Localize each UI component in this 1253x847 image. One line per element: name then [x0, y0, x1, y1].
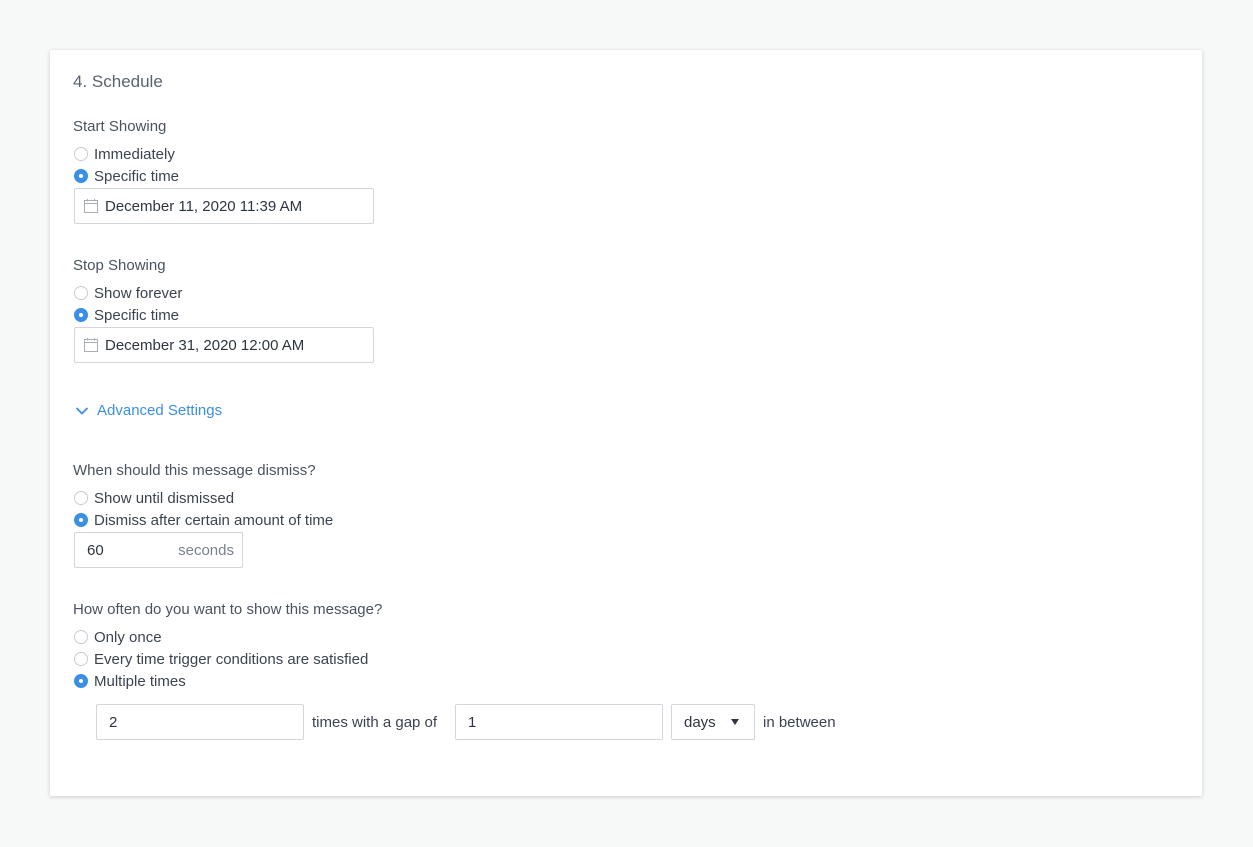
option-label: Only once	[94, 628, 162, 646]
option-label: Every time trigger conditions are satisf…	[94, 650, 369, 668]
radio-unchecked-icon[interactable]	[74, 286, 88, 300]
frequency-question: How often do you want to show this messa…	[73, 601, 383, 618]
radio-unchecked-icon[interactable]	[74, 652, 88, 666]
dismiss-seconds-input[interactable]: 60 seconds	[74, 532, 243, 568]
stop-option-specific-time[interactable]: Specific time	[74, 304, 179, 326]
start-option-specific-time[interactable]: Specific time	[74, 165, 179, 187]
gap-unit-select[interactable]: days	[671, 704, 755, 740]
advanced-settings-label: Advanced Settings	[97, 402, 223, 419]
stop-showing-label: Stop Showing	[73, 257, 166, 274]
stop-option-show-forever[interactable]: Show forever	[74, 282, 182, 304]
frequency-option-multiple[interactable]: Multiple times	[74, 670, 186, 692]
section-title: 4. Schedule	[73, 72, 163, 91]
radio-checked-icon[interactable]	[74, 308, 88, 322]
gap-unit-value: days	[684, 713, 716, 731]
dismiss-option-until-dismissed[interactable]: Show until dismissed	[74, 487, 234, 509]
gap-value: 1	[468, 713, 477, 731]
radio-unchecked-icon[interactable]	[74, 147, 88, 161]
dismiss-question: When should this message dismiss?	[73, 462, 316, 479]
caret-down-icon	[731, 719, 739, 725]
in-between-label: in between	[763, 713, 836, 731]
calendar-icon	[84, 199, 98, 213]
start-datetime-picker[interactable]: December 11, 2020 11:39 AM	[74, 188, 374, 224]
option-label: Multiple times	[94, 672, 186, 690]
stop-datetime-value: December 31, 2020 12:00 AM	[105, 336, 305, 354]
frequency-option-every-time[interactable]: Every time trigger conditions are satisf…	[74, 648, 368, 670]
dismiss-seconds-value: 60	[87, 541, 104, 559]
start-datetime-value: December 11, 2020 11:39 AM	[105, 197, 303, 215]
times-count-value: 2	[109, 713, 118, 731]
radio-unchecked-icon[interactable]	[74, 491, 88, 505]
advanced-settings-toggle[interactable]: Advanced Settings	[75, 402, 222, 419]
radio-checked-icon[interactable]	[74, 674, 88, 688]
start-showing-label: Start Showing	[73, 118, 167, 135]
chevron-down-icon	[75, 406, 89, 415]
frequency-option-only-once[interactable]: Only once	[74, 626, 162, 648]
schedule-card: 4. Schedule Start Showing Immediately Sp…	[50, 50, 1202, 796]
radio-checked-icon[interactable]	[74, 169, 88, 183]
radio-unchecked-icon[interactable]	[74, 630, 88, 644]
start-option-immediately[interactable]: Immediately	[74, 143, 175, 165]
times-gap-label: times with a gap of	[312, 713, 438, 731]
option-label: Immediately	[94, 145, 175, 163]
option-label: Show forever	[94, 284, 183, 302]
option-label: Specific time	[94, 306, 180, 324]
option-label: Dismiss after certain amount of time	[94, 511, 334, 529]
gap-value-input[interactable]: 1	[455, 704, 663, 740]
option-label: Show until dismissed	[94, 489, 235, 507]
calendar-icon	[84, 338, 98, 352]
radio-checked-icon[interactable]	[74, 513, 88, 527]
seconds-unit-label: seconds	[178, 541, 234, 559]
dismiss-option-after-time[interactable]: Dismiss after certain amount of time	[74, 509, 333, 531]
stop-datetime-picker[interactable]: December 31, 2020 12:00 AM	[74, 327, 374, 363]
times-count-input[interactable]: 2	[96, 704, 304, 740]
option-label: Specific time	[94, 167, 180, 185]
